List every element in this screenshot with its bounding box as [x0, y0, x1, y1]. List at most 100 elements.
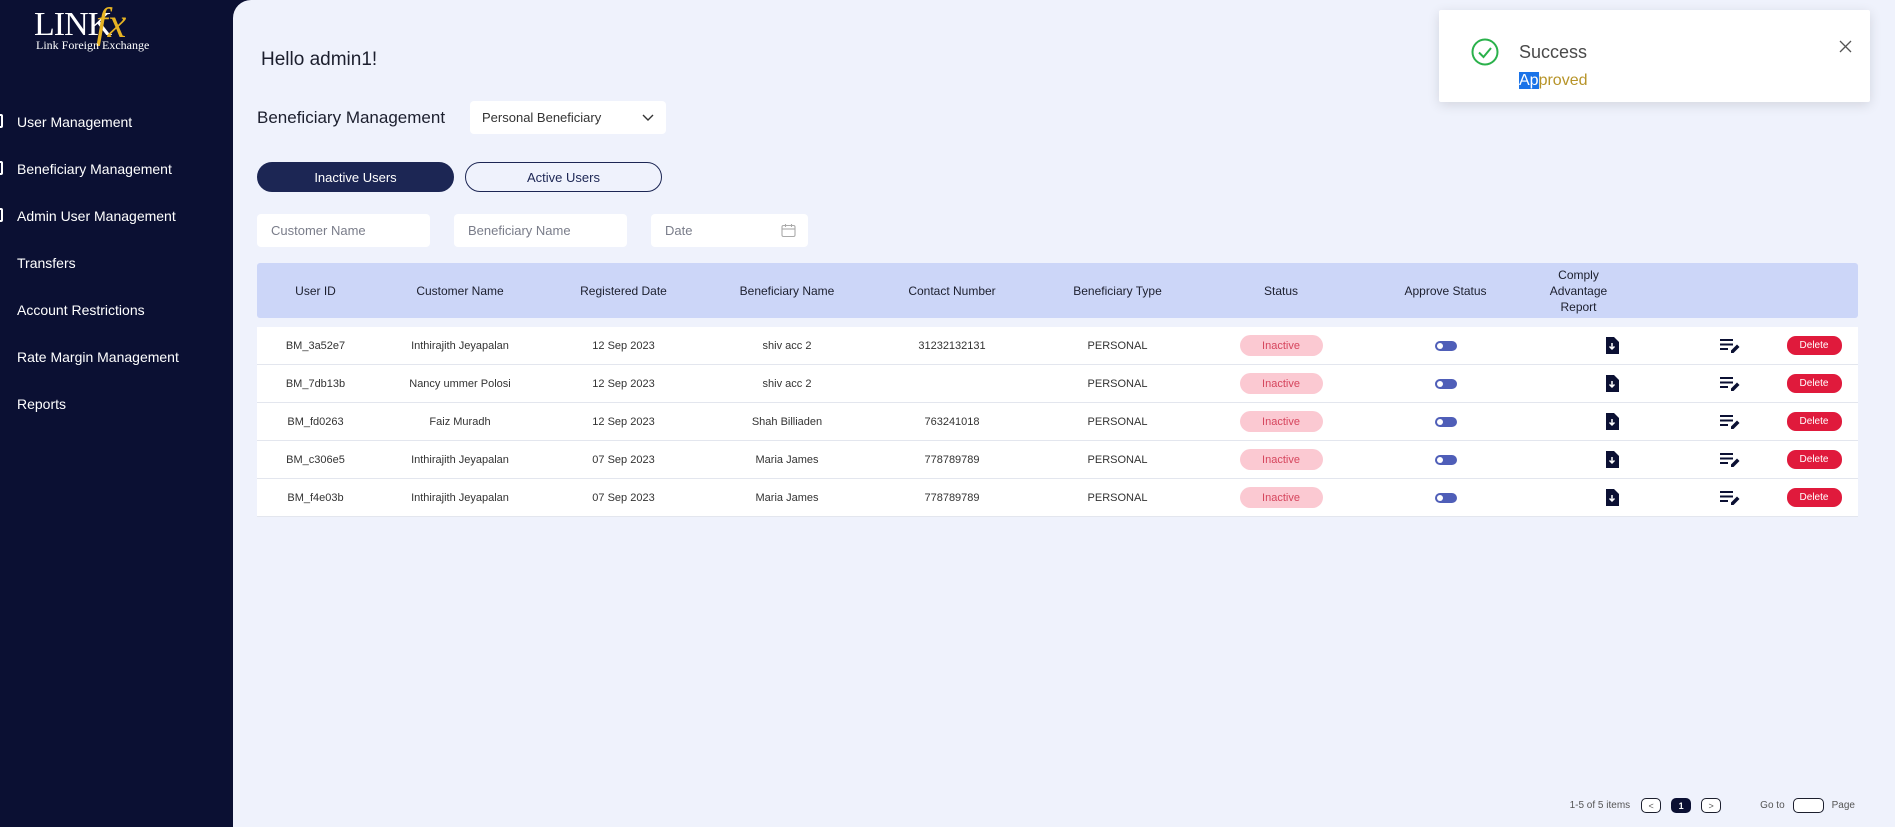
cell-registered-date: 07 Sep 2023: [592, 453, 655, 466]
cell-approve-status: [1358, 340, 1533, 351]
delete-button[interactable]: Delete: [1786, 336, 1842, 355]
approve-toggle[interactable]: [1434, 378, 1457, 389]
date-input[interactable]: [663, 222, 781, 239]
cell-beneficiary-name: Maria James: [755, 453, 819, 466]
cell-user-id: BM_f4e03b: [287, 491, 344, 504]
approve-toggle[interactable]: [1434, 340, 1457, 351]
approve-toggle[interactable]: [1434, 492, 1457, 503]
sidebar-item-rate-margin-management[interactable]: Rate Margin Management: [0, 333, 233, 380]
cell-report: [1533, 337, 1690, 354]
sidebar-item-user-management[interactable]: User Management: [0, 98, 233, 145]
table-row: BM_c306e5 Inthirajith Jeyapalan 07 Sep 2…: [257, 441, 1858, 479]
sidebar-item-label: User Management: [17, 113, 133, 130]
cell-delete: Delete: [1770, 412, 1858, 431]
cell-edit: [1690, 490, 1770, 506]
select-value: Personal Beneficiary: [482, 110, 602, 125]
cell-delete: Delete: [1770, 488, 1858, 507]
cell-registered-date: 12 Sep 2023: [592, 415, 655, 428]
edit-icon[interactable]: [1720, 452, 1740, 468]
cell-edit: [1690, 414, 1770, 430]
cell-beneficiary-type: PERSONAL: [1087, 377, 1148, 390]
cell-beneficiary-type: PERSONAL: [1087, 339, 1148, 352]
sidebar-item-beneficiary-management[interactable]: Beneficiary Management: [0, 145, 233, 192]
edit-icon[interactable]: [1720, 490, 1740, 506]
column-header: Comply Advantage Report: [1549, 267, 1608, 314]
success-toast: Success Approved: [1439, 10, 1870, 102]
cell-customer-name: Inthirajith Jeyapalan: [411, 453, 509, 466]
beneficiary-name-field[interactable]: [454, 214, 627, 247]
download-report-icon[interactable]: [1605, 489, 1619, 506]
status-badge: Inactive: [1239, 335, 1323, 356]
date-field[interactable]: [651, 214, 808, 247]
cell-status: Inactive: [1204, 487, 1358, 508]
logo-tagline: Link Foreign Exchange: [36, 38, 150, 52]
chevron-down-icon: [642, 114, 654, 121]
sidebar-item-account-restrictions[interactable]: Account Restrictions: [0, 286, 233, 333]
table-header: User ID Customer Name Registered Date Be…: [257, 263, 1858, 318]
cell-beneficiary-name: shiv acc 2: [762, 377, 812, 390]
next-page-button[interactable]: >: [1701, 798, 1722, 813]
page-1-button[interactable]: 1: [1671, 798, 1692, 813]
calendar-icon[interactable]: [781, 223, 796, 238]
cell-registered-date: 07 Sep 2023: [592, 491, 655, 504]
delete-button[interactable]: Delete: [1786, 412, 1842, 431]
users-icon: [0, 114, 3, 128]
cell-approve-status: [1358, 492, 1533, 503]
download-report-icon[interactable]: [1605, 413, 1619, 430]
edit-icon[interactable]: [1720, 376, 1740, 392]
cell-user-id: BM_3a52e7: [285, 339, 346, 352]
approve-toggle[interactable]: [1434, 416, 1457, 427]
approve-toggle[interactable]: [1434, 454, 1457, 465]
column-header: Beneficiary Type: [1073, 283, 1162, 298]
tab-active-users[interactable]: Active Users: [465, 162, 662, 192]
download-report-icon[interactable]: [1605, 451, 1619, 468]
beneficiary-name-input[interactable]: [466, 222, 615, 239]
cell-edit: [1690, 376, 1770, 392]
table-row: BM_fd0263 Faiz Muradh 12 Sep 2023 Shah B…: [257, 403, 1858, 441]
status-badge: Inactive: [1239, 411, 1323, 432]
cell-status: Inactive: [1204, 411, 1358, 432]
delete-button[interactable]: Delete: [1786, 450, 1842, 469]
sidebar-nav: User Management Beneficiary Management A…: [0, 98, 233, 427]
cell-user-id: BM_7db13b: [285, 377, 346, 390]
admin-icon: [0, 208, 3, 222]
selected-text: Ap: [1519, 72, 1539, 89]
sidebar-item-label: Reports: [17, 395, 67, 412]
beneficiary-type-select[interactable]: Personal Beneficiary: [470, 101, 666, 134]
tab-inactive-users[interactable]: Inactive Users: [257, 162, 454, 192]
pagination: 1-5 of 5 items < 1 > Go to Page: [1570, 798, 1855, 813]
column-header: User ID: [295, 283, 336, 298]
cell-user-id: BM_fd0263: [287, 415, 344, 428]
edit-icon[interactable]: [1720, 414, 1740, 430]
download-report-icon[interactable]: [1605, 337, 1619, 354]
customer-name-input[interactable]: [269, 222, 418, 239]
cell-beneficiary-type: PERSONAL: [1087, 453, 1148, 466]
close-icon[interactable]: [1839, 40, 1852, 53]
sidebar-item-transfers[interactable]: Transfers: [0, 239, 233, 286]
goto-page-input[interactable]: [1792, 798, 1824, 813]
sidebar-item-label: Account Restrictions: [17, 301, 145, 318]
cell-report: [1533, 451, 1690, 468]
delete-button[interactable]: Delete: [1786, 374, 1842, 393]
column-header: Registered Date: [580, 283, 667, 298]
delete-button[interactable]: Delete: [1786, 488, 1842, 507]
customer-name-field[interactable]: [257, 214, 430, 247]
column-header: Beneficiary Name: [739, 283, 835, 298]
edit-icon[interactable]: [1720, 338, 1740, 354]
cell-customer-name: Inthirajith Jeyapalan: [411, 339, 509, 352]
cell-status: Inactive: [1204, 335, 1358, 356]
sidebar-item-admin-user-management[interactable]: Admin User Management: [0, 192, 233, 239]
column-header: Status: [1263, 283, 1299, 298]
cell-delete: Delete: [1770, 336, 1858, 355]
brand-logo[interactable]: LINK fx Link Foreign Exchange: [34, 1, 174, 56]
prev-page-button[interactable]: <: [1641, 798, 1662, 813]
column-header: Contact Number: [908, 283, 996, 298]
cell-customer-name: Inthirajith Jeyapalan: [411, 491, 509, 504]
column-header: Customer Name: [416, 283, 504, 298]
cell-status: Inactive: [1204, 373, 1358, 394]
cell-approve-status: [1358, 378, 1533, 389]
cell-report: [1533, 489, 1690, 506]
column-header: Approve Status: [1404, 283, 1487, 298]
sidebar-item-reports[interactable]: Reports: [0, 380, 233, 427]
download-report-icon[interactable]: [1605, 375, 1619, 392]
